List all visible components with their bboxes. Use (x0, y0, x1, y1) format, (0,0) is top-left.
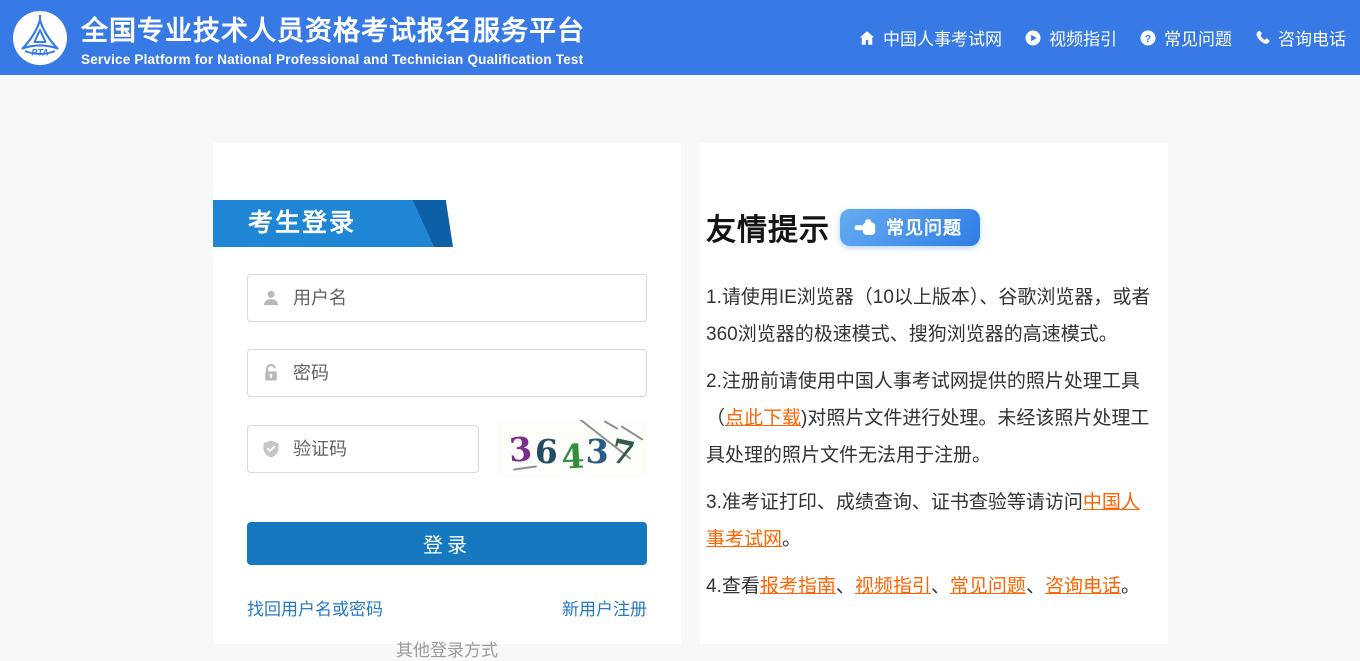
user-icon (261, 288, 281, 308)
tip-text: 4.查看 (706, 576, 760, 597)
tip-item: 2.注册前请使用中国人事考试网提供的照片处理工具（点此下载)对照片文件进行处理。… (706, 363, 1152, 474)
password-field[interactable] (247, 349, 647, 397)
page-title: 全国专业技术人员资格考试报名服务平台 (81, 9, 585, 48)
login-panel: 考生登录 36437 (213, 143, 681, 644)
tip-item: 1.请使用IE浏览器（10以上版本）、谷歌浏览器，或者360浏览器的极速模式、搜… (706, 279, 1152, 353)
login-form: 36437 登录 找回用户名或密码 新用户注册 其他登录方式 (213, 274, 681, 661)
forgot-password-link[interactable]: 找回用户名或密码 (247, 595, 383, 620)
captcha-image[interactable]: 36437 (497, 420, 647, 478)
tip-link[interactable]: 报考指南 (760, 576, 836, 597)
tip-text: 、 (931, 576, 950, 597)
tip-text: 3.准考证打印、成绩查询、证书查验等请访问 (706, 492, 1083, 513)
app-header: PTA 全国专业技术人员资格考试报名服务平台 Service Platform … (0, 0, 1360, 75)
tips-list: 1.请使用IE浏览器（10以上版本）、谷歌浏览器，或者360浏览器的极速模式、搜… (706, 279, 1152, 605)
tips-title: 友情提示 (706, 205, 830, 249)
captcha-digit: 6 (534, 434, 558, 468)
password-input[interactable] (293, 363, 633, 384)
captcha-scratch-line (604, 420, 619, 430)
nav-label: 咨询电话 (1278, 25, 1346, 50)
captcha-digit: 3 (507, 432, 532, 467)
tip-link[interactable]: 视频指引 (855, 576, 931, 597)
svg-text:PTA: PTA (31, 47, 48, 57)
register-link[interactable]: 新用户注册 (562, 595, 647, 620)
captcha-input[interactable] (293, 439, 465, 460)
tip-text: 。 (782, 529, 801, 550)
tip-text: 、 (1026, 576, 1045, 597)
captcha-digit: 7 (609, 433, 638, 470)
tip-link[interactable]: 点此下载 (725, 408, 801, 429)
brand: PTA 全国专业技术人员资格考试报名服务平台 Service Platform … (12, 9, 585, 67)
nav-link-faq[interactable]: ? 常见问题 (1139, 25, 1232, 50)
home-icon (858, 29, 876, 47)
tips-panel: 友情提示 常见问题 1.请使用IE浏览器（10以上版本）、谷歌浏览器，或者360… (700, 143, 1168, 644)
question-circle-icon: ? (1139, 29, 1157, 47)
nav-link-video-guide[interactable]: 视频指引 (1024, 25, 1117, 50)
login-button[interactable]: 登录 (247, 522, 647, 565)
captcha-row: 36437 (247, 420, 647, 478)
captcha-digit: 4 (560, 439, 585, 473)
other-login-label: 其他登录方式 (247, 636, 647, 661)
lock-icon (261, 363, 281, 383)
tip-item: 3.准考证打印、成绩查询、证书查验等请访问中国人事考试网。 (706, 484, 1152, 558)
nav-link-phone[interactable]: 咨询电话 (1254, 25, 1346, 50)
nav-label: 中国人事考试网 (883, 25, 1002, 50)
tip-item: 4.查看报考指南、视频指引、常见问题、咨询电话。 (706, 568, 1152, 605)
page-subtitle: Service Platform for National Profession… (81, 52, 585, 67)
login-links-row: 找回用户名或密码 新用户注册 (247, 595, 647, 620)
nav-label: 视频指引 (1049, 25, 1117, 50)
username-field[interactable] (247, 274, 647, 322)
tip-link[interactable]: 常见问题 (950, 576, 1026, 597)
brand-titles: 全国专业技术人员资格考试报名服务平台 Service Platform for … (81, 9, 585, 67)
tips-header: 友情提示 常见问题 (706, 205, 1152, 249)
pta-logo-icon: PTA (12, 10, 68, 66)
main-card: 考生登录 36437 (213, 143, 1168, 644)
play-circle-icon (1024, 29, 1042, 47)
faq-button[interactable]: 常见问题 (840, 209, 980, 246)
captcha-field[interactable] (247, 425, 479, 473)
tip-text: 、 (836, 576, 855, 597)
phone-icon (1254, 29, 1271, 46)
username-input[interactable] (293, 288, 633, 309)
svg-text:?: ? (1145, 32, 1151, 44)
login-panel-ribbon: 考生登录 (213, 200, 453, 247)
tips-inner: 友情提示 常见问题 1.请使用IE浏览器（10以上版本）、谷歌浏览器，或者360… (700, 205, 1168, 605)
tip-text: 1.请使用IE浏览器（10以上版本）、谷歌浏览器，或者360浏览器的极速模式、搜… (706, 287, 1150, 345)
top-navigation: 中国人事考试网 视频指引 ? 常见问题 咨询电话 (858, 25, 1346, 50)
shield-check-icon (261, 439, 281, 459)
pointing-hand-icon (854, 218, 877, 237)
nav-label: 常见问题 (1164, 25, 1232, 50)
tip-link[interactable]: 咨询电话 (1045, 576, 1121, 597)
tip-text: 。 (1121, 576, 1140, 597)
nav-link-cpta-site[interactable]: 中国人事考试网 (858, 25, 1002, 50)
captcha-digit: 3 (586, 434, 610, 468)
faq-button-label: 常见问题 (886, 214, 962, 240)
